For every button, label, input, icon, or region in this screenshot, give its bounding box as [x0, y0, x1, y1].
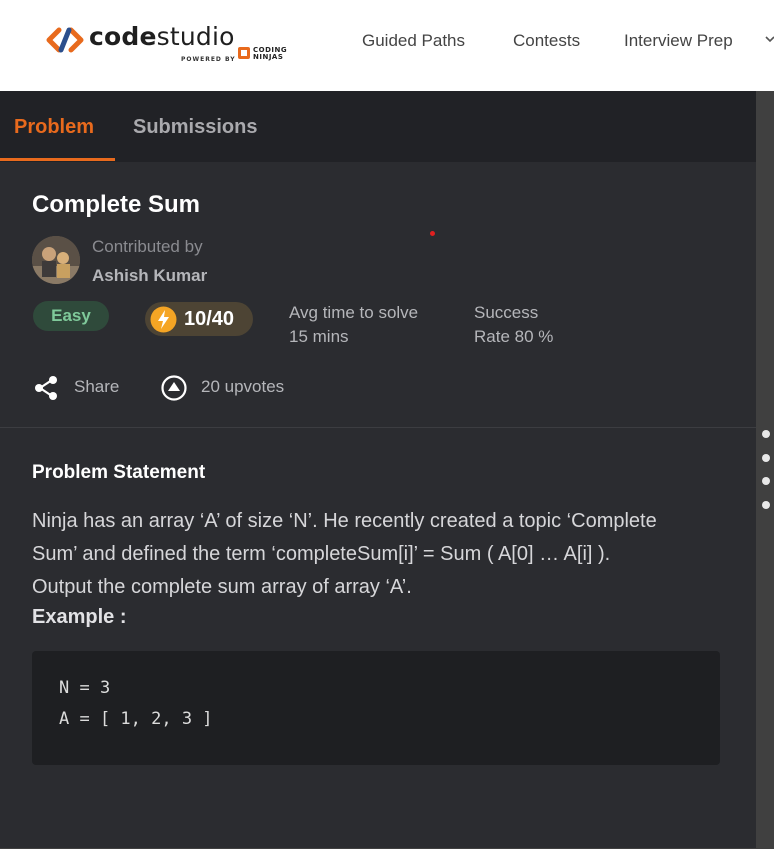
- ninjas-text: NINJAS: [253, 53, 284, 61]
- difficulty-badge: Easy: [33, 301, 109, 331]
- pane-handle-dot[interactable]: [762, 477, 770, 485]
- problem-statement-text: Ninja has an array ‘A’ of size ‘N’. He r…: [32, 505, 732, 604]
- upvote-icon[interactable]: [160, 374, 188, 402]
- code-line: A = [ 1, 2, 3 ]: [59, 709, 213, 729]
- top-navbar: codestudio POWERED BY CODING NINJAS Guide…: [0, 0, 774, 91]
- pane-handle-dot[interactable]: [762, 501, 770, 509]
- statement-line: Ninja has an array ‘A’ of size ‘N’. He r…: [32, 510, 657, 532]
- avg-time-label: Avg time to solve: [289, 303, 419, 322]
- pane-handle-dot[interactable]: [762, 430, 770, 438]
- upvotes-count[interactable]: 20 upvotes: [201, 377, 284, 397]
- section-divider: [0, 427, 756, 428]
- powered-by-text: POWERED BY: [181, 56, 236, 63]
- brand-name: codestudio: [89, 22, 235, 51]
- problem-tabs: [0, 91, 756, 162]
- side-pane: [756, 91, 774, 849]
- tab-submissions[interactable]: Submissions: [133, 116, 257, 139]
- success-rate-label: Success: [474, 303, 539, 322]
- brand-studio: studio: [156, 22, 235, 51]
- nav-interview-prep[interactable]: Interview Prep: [624, 31, 733, 51]
- coding-ninjas-logo-icon: [238, 47, 250, 59]
- code-line: N = 3: [59, 678, 111, 698]
- example-code-block: [32, 651, 720, 765]
- pane-handle-dot[interactable]: [762, 454, 770, 462]
- avatar-image: [32, 236, 80, 284]
- brand-code: code: [89, 22, 157, 51]
- cursor-dot: [430, 231, 435, 236]
- tab-problem[interactable]: Problem: [14, 116, 94, 139]
- avatar[interactable]: [32, 236, 80, 284]
- problem-statement-heading: Problem Statement: [32, 462, 206, 483]
- nav-contests[interactable]: Contests: [513, 31, 580, 51]
- coding-ninjas-text: CODING NINJAS: [253, 47, 287, 61]
- points-badge: 10/40: [145, 302, 253, 336]
- statement-line: Sum’ and defined the term ‘completeSum[i…: [32, 543, 611, 565]
- codestudio-logo-icon: [46, 27, 84, 53]
- contributed-by-label: Contributed by: [92, 237, 203, 256]
- lightning-bolt-icon: [150, 306, 177, 333]
- success-rate-value: Rate 80 %: [474, 327, 554, 346]
- avg-time-value: 15 mins: [289, 327, 349, 346]
- share-button[interactable]: Share: [74, 377, 119, 397]
- codestudio-logo[interactable]: codestudio POWERED BY CODING NINJAS: [45, 22, 305, 66]
- points-value: 10/40: [184, 308, 235, 330]
- contributor-name[interactable]: Ashish Kumar: [92, 266, 207, 286]
- chevron-down-icon[interactable]: [764, 33, 774, 45]
- share-icon[interactable]: [33, 375, 59, 401]
- statement-line: Output the complete sum array of array ‘…: [32, 576, 412, 598]
- active-tab-indicator: [0, 158, 115, 161]
- example-label: Example :: [32, 606, 127, 628]
- problem-title: Complete Sum: [32, 191, 201, 218]
- nav-guided-paths[interactable]: Guided Paths: [362, 31, 465, 51]
